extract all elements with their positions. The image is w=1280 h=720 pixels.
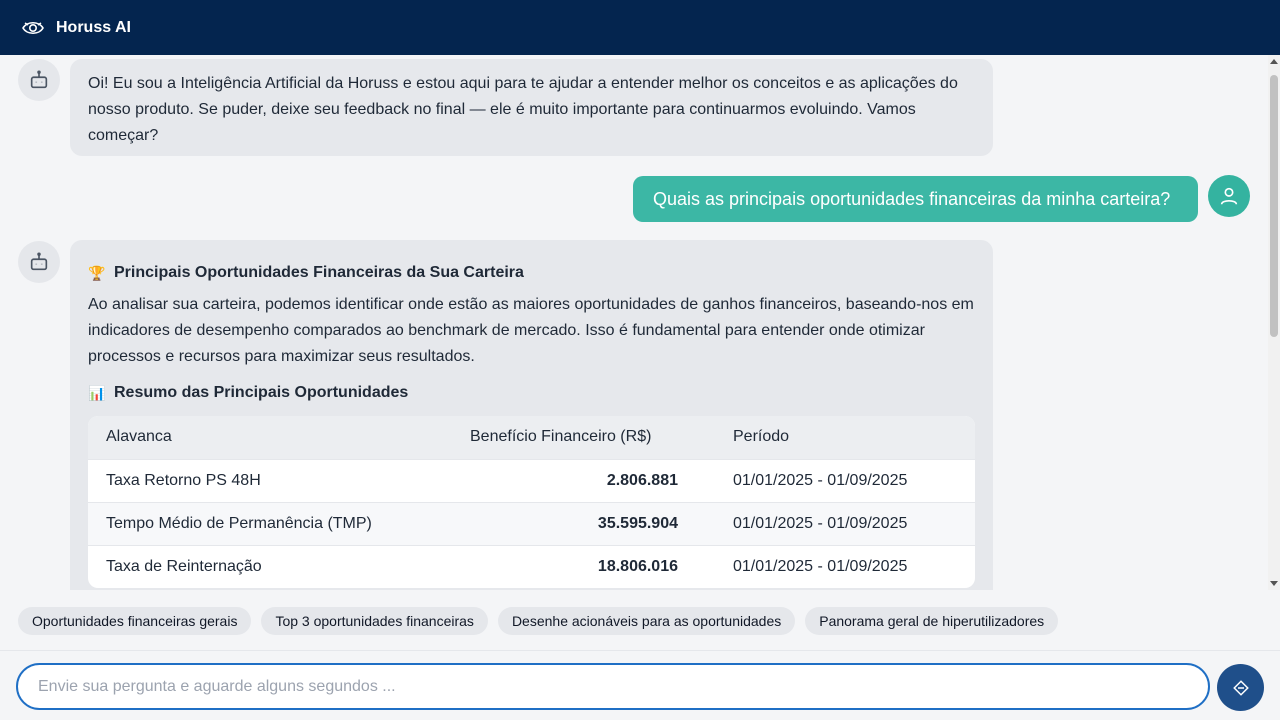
chat-scrollbar[interactable] xyxy=(1268,55,1280,590)
bot-avatar xyxy=(18,241,60,283)
column-header-periodo: Período xyxy=(733,428,790,446)
bar-chart-icon: 📊 xyxy=(88,385,106,401)
message-input[interactable] xyxy=(38,677,1208,696)
suggestion-chip[interactable]: Panorama geral de hiperutilizadores xyxy=(805,607,1059,635)
cell-beneficio: 2.806.881 xyxy=(452,458,715,502)
cell-alavanca: Taxa Retorno PS 48H xyxy=(88,458,452,502)
column-header-beneficio: Benefício Financeiro (R$) xyxy=(470,428,652,446)
cell-beneficio: 18.806.016 xyxy=(452,544,715,588)
app-title: Horuss AI xyxy=(56,18,131,36)
robot-icon xyxy=(30,70,48,89)
divider xyxy=(0,650,1280,651)
message-input-wrapper[interactable] xyxy=(16,663,1210,710)
column-header-alavanca: Alavanca xyxy=(106,428,172,446)
scroll-down-icon[interactable] xyxy=(1270,581,1278,586)
suggestion-chips: Oportunidades financeiras gerais Top 3 o… xyxy=(0,596,1280,646)
bot-message-greeting: Oi! Eu sou a Inteligência Artificial da … xyxy=(70,59,993,156)
send-icon xyxy=(1232,679,1249,696)
opportunities-table: Alavanca Benefício Financeiro (R$) Perío… xyxy=(88,416,975,588)
suggestion-chip[interactable]: Oportunidades financeiras gerais xyxy=(18,607,252,635)
cell-alavanca: Tempo Médio de Permanência (TMP) xyxy=(88,501,452,545)
answer-intro: Ao analisar sua carteira, podemos identi… xyxy=(88,296,974,365)
suggestion-chip[interactable]: Top 3 oportunidades financeiras xyxy=(261,607,488,635)
cell-beneficio: 35.595.904 xyxy=(452,501,715,545)
answer-heading-text: Principais Oportunidades Financeiras da … xyxy=(114,264,524,281)
cell-periodo: 01/01/2025 - 01/09/2025 xyxy=(715,458,975,502)
user-question-text: Quais as principais oportunidades financ… xyxy=(653,188,1171,209)
user-message: Quais as principais oportunidades financ… xyxy=(633,176,1198,222)
user-icon xyxy=(1220,187,1238,205)
cell-periodo: 01/01/2025 - 01/09/2025 xyxy=(715,544,975,588)
send-button[interactable] xyxy=(1217,664,1264,711)
bot-message-answer: 🏆 Principais Oportunidades Financeiras d… xyxy=(70,240,993,590)
greeting-text: Oi! Eu sou a Inteligência Artificial da … xyxy=(88,75,958,144)
table-header-row: Alavanca Benefício Financeiro (R$) Perío… xyxy=(88,416,975,459)
cell-periodo: 01/01/2025 - 01/09/2025 xyxy=(715,501,975,545)
app-header: Horuss AI xyxy=(0,0,1280,55)
eye-icon xyxy=(20,15,46,41)
trophy-icon: 🏆 xyxy=(88,265,106,281)
scrollbar-thumb[interactable] xyxy=(1270,75,1278,337)
bot-avatar xyxy=(18,59,60,101)
table-row: Tempo Médio de Permanência (TMP) 35.595.… xyxy=(88,501,975,545)
cell-alavanca: Taxa de Reinternação xyxy=(88,544,452,588)
table-row: Taxa Retorno PS 48H 2.806.881 01/01/2025… xyxy=(88,458,975,502)
scroll-up-icon[interactable] xyxy=(1270,59,1278,64)
summary-heading: 📊 Resumo das Principais Oportunidades xyxy=(88,380,975,406)
user-avatar xyxy=(1208,175,1250,217)
chat-area[interactable]: Oi! Eu sou a Inteligência Artificial da … xyxy=(0,55,1268,590)
answer-heading: 🏆 Principais Oportunidades Financeiras d… xyxy=(88,260,975,286)
robot-icon xyxy=(30,252,48,271)
summary-heading-text: Resumo das Principais Oportunidades xyxy=(114,384,409,401)
table-row: Taxa de Reinternação 18.806.016 01/01/20… xyxy=(88,544,975,588)
suggestion-chip[interactable]: Desenhe acionáveis para as oportunidades xyxy=(497,607,796,635)
